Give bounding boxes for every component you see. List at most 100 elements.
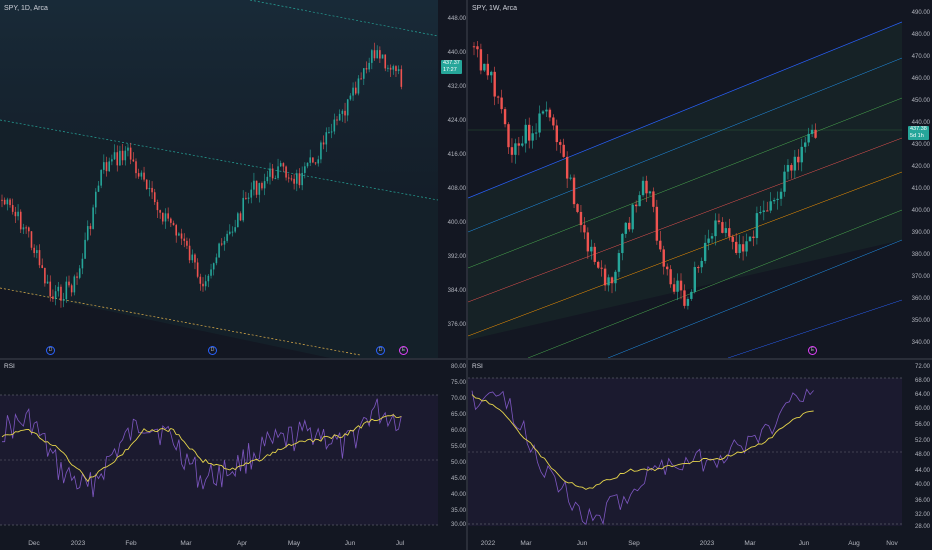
candle-body — [565, 156, 569, 179]
candle-body — [28, 227, 30, 232]
candle-body — [196, 262, 199, 277]
candle-body — [301, 172, 303, 186]
earnings-marker[interactable]: E — [808, 346, 817, 355]
candle-body — [245, 197, 247, 199]
candle-body — [572, 177, 576, 205]
candle-body — [634, 204, 638, 207]
candle-body — [672, 284, 676, 292]
candle-body — [373, 50, 376, 59]
candle-body — [239, 213, 242, 221]
candle-body — [178, 233, 180, 236]
dividend-marker[interactable]: D — [208, 346, 217, 355]
y-tick: 350.00 — [911, 318, 930, 324]
candle-body — [614, 271, 617, 284]
y-tick: 410.00 — [911, 186, 930, 192]
candle-body — [119, 150, 121, 166]
x-tick: Nov — [886, 540, 898, 547]
candle-body — [641, 180, 645, 196]
candle-body — [135, 161, 137, 174]
candle-body — [666, 266, 669, 270]
candle-body — [92, 207, 94, 229]
candle-body — [220, 243, 223, 245]
x-tick: Feb — [125, 540, 137, 547]
left-price-chart[interactable] — [0, 0, 438, 358]
candle-body — [357, 78, 360, 94]
candle-body — [234, 227, 236, 232]
candle-body — [344, 110, 346, 116]
candle-body — [164, 213, 167, 222]
candle-body — [752, 236, 755, 239]
x-tick: Jun — [798, 540, 810, 547]
left-time-axis[interactable]: Dec 2023 Feb Mar Apr May Jun Jul — [0, 536, 438, 550]
candle-body — [312, 157, 314, 163]
candle-body — [579, 211, 583, 226]
candle-body — [814, 129, 817, 138]
candle-body — [194, 254, 196, 263]
left-rsi-axis[interactable]: 80.00 75.00 70.00 65.00 60.00 55.00 50.0… — [438, 360, 468, 534]
candle-body — [62, 299, 65, 301]
candle-body — [226, 233, 228, 241]
x-tick: Mar — [180, 540, 192, 547]
y-tick: 380.00 — [911, 252, 930, 258]
candle-body — [237, 213, 239, 228]
candle-body — [776, 198, 779, 200]
candle-body — [180, 233, 183, 239]
right-price-axis[interactable]: 490.00 480.00 470.00 460.00 450.00 440.0… — [902, 0, 932, 358]
earnings-marker[interactable]: E — [399, 346, 408, 355]
right-price-pane[interactable]: SPY, 1W, Arca E — [468, 0, 902, 358]
candle-body — [524, 124, 527, 144]
candle-body — [346, 99, 349, 116]
candle-body — [218, 243, 220, 258]
x-tick: Apr — [236, 540, 248, 547]
candle-body — [269, 168, 271, 177]
left-chart-title: SPY, 1D, Arca — [4, 5, 48, 12]
candle-body — [800, 146, 803, 163]
candle-body — [215, 257, 218, 264]
candle-body — [304, 166, 306, 173]
candle-body — [700, 260, 703, 268]
candle-body — [534, 132, 538, 134]
candle-body — [521, 143, 524, 146]
candle-body — [73, 276, 76, 293]
dividend-marker[interactable]: D — [46, 346, 55, 355]
right-rsi-pane[interactable]: RSI — [468, 360, 902, 534]
left-price-pane[interactable]: SPY, 1D, Arca D D D E — [0, 0, 438, 358]
dividend-marker[interactable]: D — [376, 346, 385, 355]
candle-body — [258, 183, 261, 195]
y-tick: 490.00 — [911, 10, 930, 16]
candle-body — [389, 67, 392, 70]
candle-body — [593, 246, 596, 262]
left-rsi-chart[interactable] — [0, 360, 438, 534]
y-tick: 36.00 — [914, 498, 930, 504]
left-rsi-pane[interactable]: RSI — [0, 360, 438, 534]
candle-body — [769, 201, 772, 211]
y-tick: 75.00 — [450, 380, 466, 386]
right-rsi-chart[interactable] — [468, 360, 902, 534]
candle-body — [510, 147, 514, 155]
candle-body — [1, 199, 3, 201]
candle-body — [735, 241, 738, 253]
candle-body — [103, 162, 105, 170]
candle-body — [328, 132, 330, 134]
candle-body — [493, 71, 496, 97]
candle-body — [113, 152, 116, 160]
candle-body — [395, 66, 397, 72]
y-tick: 28.00 — [914, 524, 930, 530]
candle-body — [703, 242, 707, 261]
right-rsi-axis[interactable]: 72.00 68.00 64.00 60.00 56.00 52.00 48.0… — [902, 360, 932, 534]
candle-body — [255, 180, 258, 195]
candle-body — [306, 162, 309, 167]
y-tick: 44.00 — [914, 468, 930, 474]
right-price-chart[interactable] — [468, 0, 902, 358]
price-tag-time: 5d 1h — [910, 133, 924, 139]
candle-body — [690, 291, 693, 299]
candle-body — [38, 250, 41, 266]
candle-body — [397, 69, 400, 72]
candle-body — [70, 285, 73, 293]
candle-body — [167, 213, 169, 219]
right-time-axis[interactable]: 2022 Mar Jun Sep 2023 Mar Jun Aug Nov — [468, 536, 902, 550]
candle-body — [60, 286, 62, 301]
candle-body — [541, 111, 545, 114]
candle-body — [693, 267, 696, 292]
y-tick: 65.00 — [450, 412, 466, 418]
